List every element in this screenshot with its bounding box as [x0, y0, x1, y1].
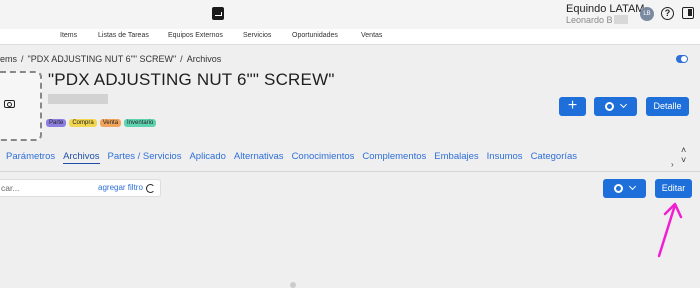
- loading-indicator: [290, 282, 296, 288]
- item-tags: Parte Compra Venta Inventario: [46, 111, 159, 129]
- panel-toggle-icon[interactable]: [682, 7, 694, 19]
- page-title: "PDX ADJUSTING NUT 6"" SCREW": [48, 70, 335, 89]
- app-logo-icon[interactable]: [212, 7, 224, 20]
- tab-supplies[interactable]: Insumos: [487, 151, 523, 162]
- chevron-down-icon: [619, 100, 628, 109]
- nav-item-sales[interactable]: Ventas: [361, 32, 382, 39]
- tab-files[interactable]: Archivos: [63, 151, 100, 164]
- breadcrumb-item[interactable]: "PDX ADJUSTING NUT 6"" SCREW": [28, 54, 177, 64]
- chevron-up-icon[interactable]: ˄: [681, 145, 686, 155]
- divider: [0, 171, 700, 172]
- add-button[interactable]: +: [559, 97, 586, 116]
- user-info[interactable]: Equindo LATAM Leonardo B: [566, 3, 645, 26]
- help-icon[interactable]: ?: [661, 7, 674, 20]
- nav-item-services[interactable]: Servicios: [243, 32, 271, 39]
- gear-icon: [614, 184, 623, 193]
- main-nav: Items Listas de Tareas Equipos Externos …: [0, 29, 700, 45]
- redacted-name: [613, 15, 628, 24]
- nav-item-items[interactable]: Items: [60, 32, 77, 39]
- tab-alternatives[interactable]: Alternativas: [234, 151, 284, 162]
- edit-button[interactable]: Editar: [655, 179, 692, 198]
- tag-part: Parte: [46, 119, 67, 127]
- detail-button[interactable]: Detalle: [646, 97, 689, 116]
- breadcrumb-current: Archivos: [186, 54, 222, 64]
- list-settings-dropdown-button[interactable]: [603, 179, 646, 198]
- settings-dropdown-button[interactable]: [594, 97, 637, 116]
- nav-item-opportunities[interactable]: Oportunidades: [292, 32, 338, 39]
- top-bar: Equindo LATAM Leonardo B LB ?: [0, 0, 700, 29]
- view-toggle[interactable]: [676, 55, 688, 63]
- tag-purchase: Compra: [69, 119, 97, 127]
- avatar[interactable]: LB: [640, 7, 654, 21]
- breadcrumb-separator: /: [21, 54, 24, 64]
- camera-icon[interactable]: [4, 100, 15, 108]
- breadcrumb-separator: /: [180, 54, 183, 64]
- nav-item-external-equipment[interactable]: Equipos Externos: [168, 32, 223, 39]
- refresh-icon[interactable]: [146, 184, 155, 193]
- tag-inventory: Inventario: [124, 119, 157, 127]
- tab-parts-services[interactable]: Partes / Servicios: [108, 151, 182, 162]
- search-box[interactable]: car... agregar filtro: [0, 179, 161, 197]
- redacted-subtitle: [48, 94, 108, 104]
- user-company: Equindo LATAM: [566, 3, 645, 15]
- tab-complements[interactable]: Complementos: [362, 151, 426, 162]
- tab-bar: Parámetros Archivos Partes / Servicios Apli…: [6, 146, 585, 164]
- gear-icon: [605, 102, 614, 111]
- chevron-down-icon: [628, 182, 637, 191]
- breadcrumb-items[interactable]: Items: [0, 54, 17, 64]
- tab-knowledge[interactable]: Conocimientos: [292, 151, 355, 162]
- tag-sale: Venta: [99, 119, 122, 127]
- annotation-arrow-icon: [657, 202, 683, 258]
- breadcrumb: Items/"PDX ADJUSTING NUT 6"" SCREW"/Arch…: [0, 54, 225, 64]
- tab-categories[interactable]: Categorías: [531, 151, 577, 162]
- user-name: Leonardo B: [566, 15, 613, 25]
- tab-applied[interactable]: Aplicado: [189, 151, 225, 162]
- tab-packaging[interactable]: Embalajes: [434, 151, 478, 162]
- chevron-right-icon[interactable]: ›: [671, 160, 674, 169]
- tab-parameters[interactable]: Parámetros: [6, 151, 55, 162]
- chevron-down-icon[interactable]: ˅: [681, 155, 686, 165]
- nav-item-task-lists[interactable]: Listas de Tareas: [98, 32, 149, 39]
- add-filter-link[interactable]: agregar filtro: [98, 183, 143, 192]
- search-input[interactable]: car...: [1, 183, 19, 193]
